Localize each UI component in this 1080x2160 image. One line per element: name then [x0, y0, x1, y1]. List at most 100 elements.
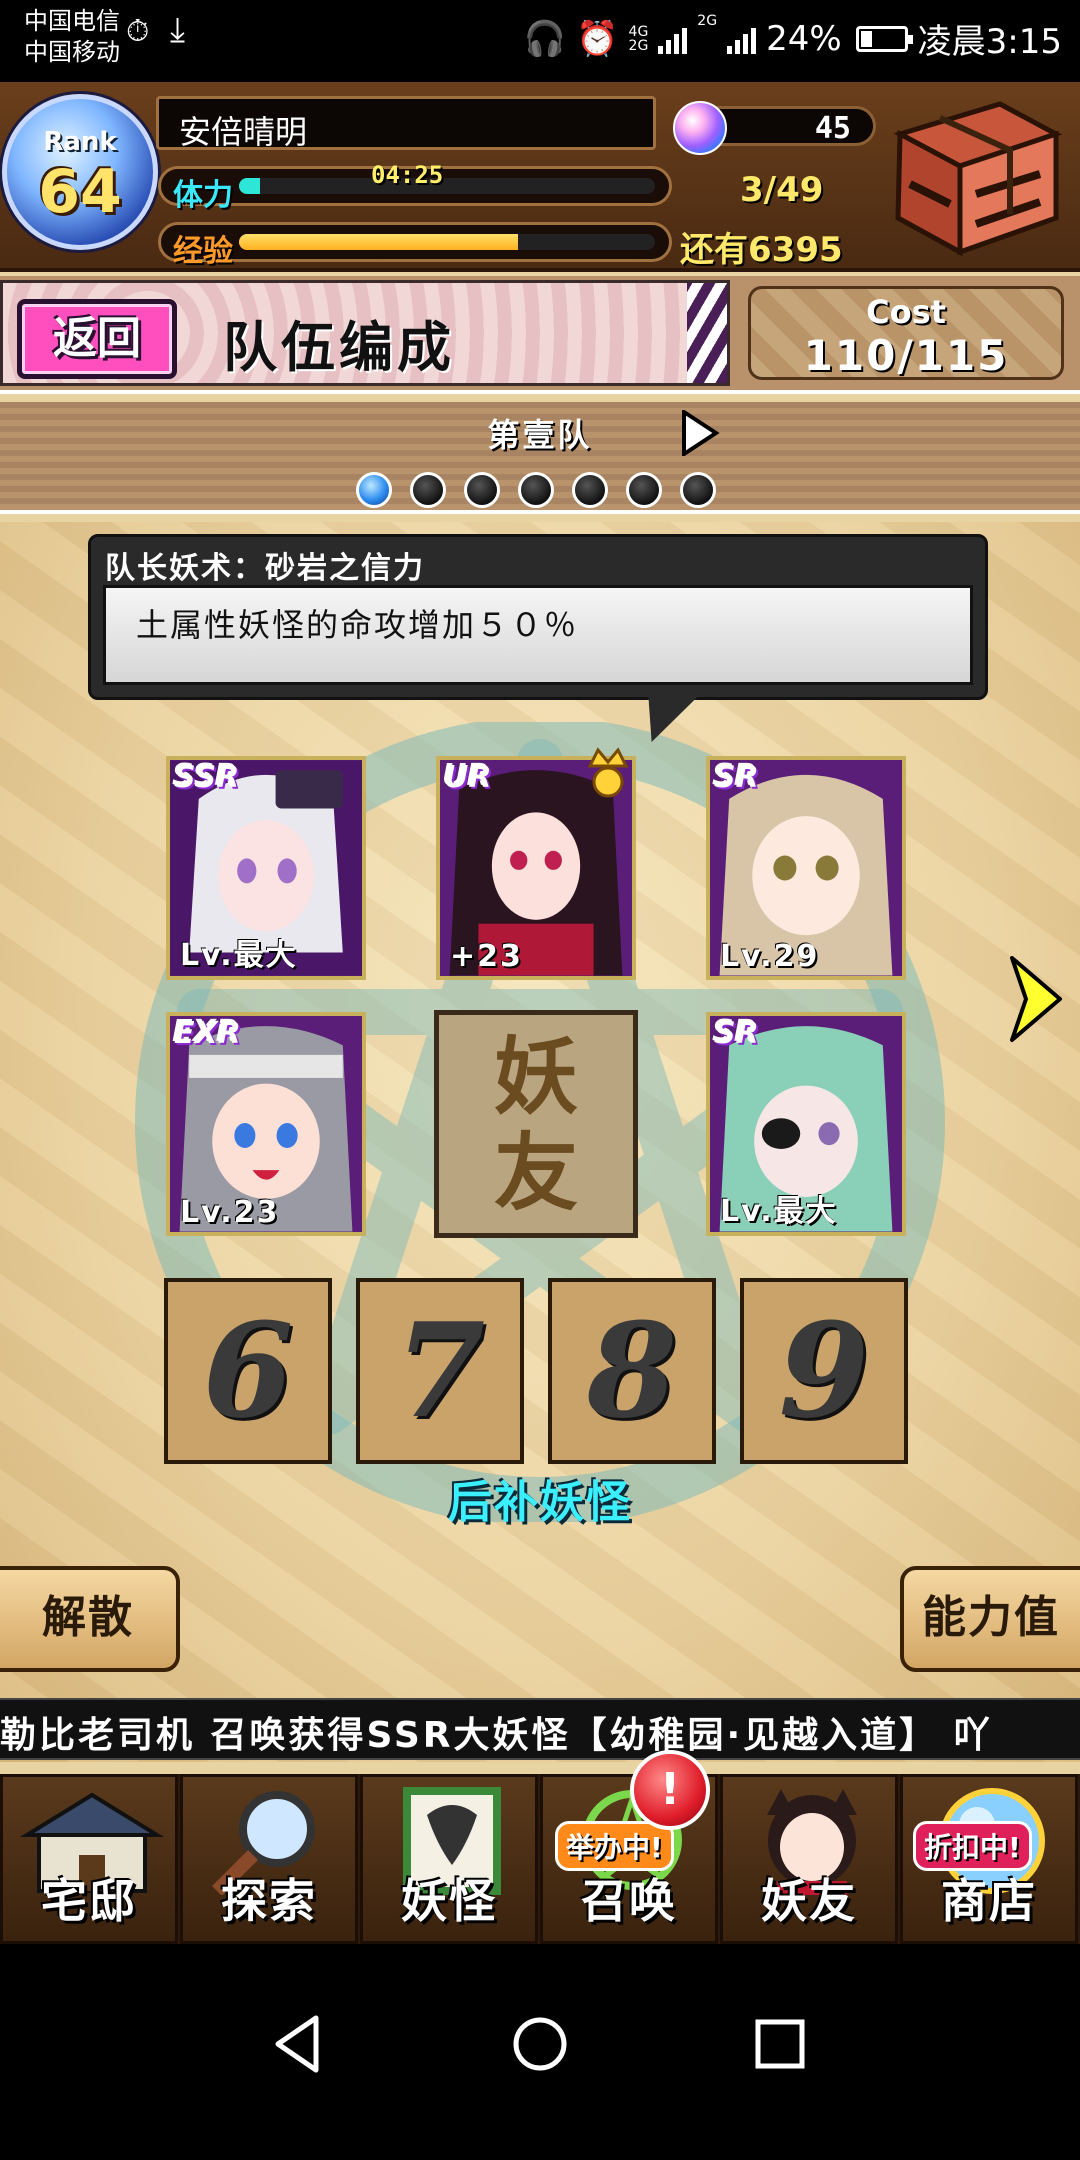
- leader-skill-description: 土属性妖怪的命攻增加５０％: [136, 606, 579, 644]
- signal-icon-2: [727, 24, 757, 54]
- team-card-4[interactable]: EXR Lv.23: [166, 1012, 366, 1236]
- title-row: 返回 队伍编成 Cost 110/115: [0, 276, 1080, 394]
- nav-label: 探索: [221, 1874, 317, 1928]
- nav-monsters[interactable]: 妖怪: [360, 1774, 538, 1944]
- summon-event-badge: 举办中!: [555, 1821, 674, 1871]
- battery-icon: [855, 25, 913, 52]
- exp-bar: 经验: [158, 222, 672, 269]
- player-header: Rank 64 安倍晴明 体力 04:25 经验 45 3/49 还有6395: [0, 82, 1080, 272]
- title-banner: 返回 队伍编成: [0, 280, 730, 386]
- team-page-dots: [356, 472, 716, 508]
- back-button-label: 返回: [53, 313, 141, 364]
- card-rarity: EXR: [174, 1016, 241, 1051]
- nav-label: 宅邸: [41, 1874, 137, 1928]
- network-type-2: 2G: [697, 13, 718, 29]
- leader-crown-icon: [587, 747, 629, 798]
- shop-sale-badge: 折扣中!: [913, 1821, 1032, 1871]
- battery-percent: 24%: [766, 18, 842, 59]
- reserve-slot-9[interactable]: 9: [740, 1278, 908, 1464]
- gem-count: 45: [814, 111, 851, 146]
- nav-mansion[interactable]: 宅邸: [0, 1774, 178, 1944]
- clock: 凌晨3:15: [917, 22, 1062, 62]
- news-ticker: 勒比老司机 召唤获得SSR大妖怪【幼稚园·见越入道】 吖: [0, 1698, 1080, 1760]
- stats-button-label: 能力值: [922, 1592, 1060, 1643]
- card-level: +23: [450, 939, 523, 974]
- card-level: Lv.29: [720, 939, 820, 974]
- team-page-dot[interactable]: [680, 472, 716, 508]
- card-rarity: SR: [714, 1016, 759, 1051]
- back-icon[interactable]: [260, 2004, 340, 2084]
- nav-friends[interactable]: 妖友: [720, 1774, 898, 1944]
- treasure-chest-icon[interactable]: [880, 94, 1066, 260]
- gem-counter[interactable]: 45: [673, 101, 876, 155]
- rank-badge: Rank 64: [2, 94, 158, 250]
- carrier-info: 中国电信 中国移动: [24, 6, 120, 68]
- gem-icon: [673, 101, 727, 155]
- cost-box: Cost 110/115: [748, 286, 1064, 380]
- team-page-dot[interactable]: [464, 472, 500, 508]
- exp-bar-fill: [239, 234, 518, 250]
- bottom-nav: 宅邸 探索 妖怪 举办中! 召唤 妖友 折扣中! 商店: [0, 1774, 1080, 1944]
- recents-icon[interactable]: [740, 2004, 820, 2084]
- leader-skill-title: 队长妖术：砂岩之信力: [105, 551, 425, 586]
- reserve-slot-6[interactable]: 6: [164, 1278, 332, 1464]
- rank-value: 64: [38, 157, 122, 227]
- ticker-text: 勒比老司机 召唤获得SSR大妖怪【幼稚园·见越入道】 吖: [0, 1715, 993, 1756]
- friend-slot[interactable]: 妖 友: [434, 1010, 638, 1238]
- card-rarity: SR: [714, 760, 759, 795]
- status-right: 🎧 ⏰ 4G 2G 2G 24% 凌晨3:15: [524, 14, 1062, 63]
- team-page-dot[interactable]: [626, 472, 662, 508]
- exp-label: 经验: [173, 234, 233, 269]
- nav-explore[interactable]: 探索: [180, 1774, 358, 1944]
- stamina-label: 体力: [173, 178, 233, 213]
- friend-slot-char-1: 妖: [493, 1027, 578, 1126]
- network-type: 4G 2G: [628, 23, 649, 54]
- leader-skill-box: 队长妖术：砂岩之信力 土属性妖怪的命攻增加５０％: [88, 534, 988, 700]
- page-title: 队伍编成: [223, 316, 455, 379]
- card-level: Lv.23: [180, 1195, 280, 1230]
- nav-label: 召唤: [581, 1874, 677, 1928]
- team-card-3[interactable]: SR Lv.29: [706, 756, 906, 980]
- team-selector: 第壹队: [0, 402, 1080, 514]
- headset-icon: 🎧: [523, 18, 567, 59]
- next-team-arrow-icon[interactable]: [680, 410, 720, 456]
- team-page-dot[interactable]: [518, 472, 554, 508]
- friend-slot-char-2: 友: [493, 1123, 578, 1222]
- stamina-bar: 体力 04:25: [158, 161, 672, 213]
- team-page-dot[interactable]: [572, 472, 608, 508]
- next-page-arrow-icon[interactable]: [1004, 954, 1064, 1044]
- team-card-5[interactable]: SR Lv.最大: [706, 1012, 906, 1236]
- nav-label: 商店: [941, 1874, 1037, 1928]
- cost-label: Cost: [866, 293, 946, 331]
- team-card-1[interactable]: SSR Lv.最大: [166, 756, 366, 980]
- game-screen: Rank 64 安倍晴明 体力 04:25 经验 45 3/49 还有6395: [0, 82, 1080, 1944]
- nav-label: 妖怪: [401, 1874, 497, 1928]
- status-bar: 中国电信 中国移动 ⏱ ⤓ 🎧 ⏰ 4G 2G 2G 24% 凌晨3:15: [0, 0, 1080, 82]
- disband-button[interactable]: 解散: [0, 1566, 180, 1672]
- stats-button[interactable]: 能力值: [900, 1566, 1080, 1672]
- card-rarity: UR: [444, 760, 492, 795]
- summon-alert-badge: !: [630, 1750, 710, 1830]
- nav-label: 妖友: [761, 1874, 857, 1928]
- team-name: 第壹队: [487, 416, 593, 454]
- team-page-dot[interactable]: [356, 472, 392, 508]
- system-nav-bar: [0, 1944, 1080, 2160]
- player-name-box: 安倍晴明: [156, 96, 656, 151]
- download-icon: ⤓: [170, 10, 186, 50]
- reserve-slot-7[interactable]: 7: [356, 1278, 524, 1464]
- reserve-label: 后补妖怪: [448, 1477, 632, 1528]
- reserve-slot-8[interactable]: 8: [548, 1278, 716, 1464]
- stamina-bar-fill: [239, 178, 260, 194]
- home-icon[interactable]: [500, 2004, 580, 2084]
- carrier-2: 中国移动: [24, 38, 120, 66]
- nav-shop[interactable]: 折扣中! 商店: [900, 1774, 1078, 1944]
- disband-button-label: 解散: [42, 1592, 134, 1643]
- alarm-icon: ⏰: [576, 18, 619, 59]
- back-button[interactable]: 返回: [17, 299, 177, 379]
- card-rarity: SSR: [174, 760, 240, 795]
- team-page-dot[interactable]: [410, 472, 446, 508]
- card-level: Lv.最大: [720, 1194, 838, 1229]
- cost-value: 110/115: [803, 331, 1009, 380]
- signal-icon-1: [658, 24, 688, 54]
- screen: 中国电信 中国移动 ⏱ ⤓ 🎧 ⏰ 4G 2G 2G 24% 凌晨3:15 Ran…: [0, 0, 1080, 2160]
